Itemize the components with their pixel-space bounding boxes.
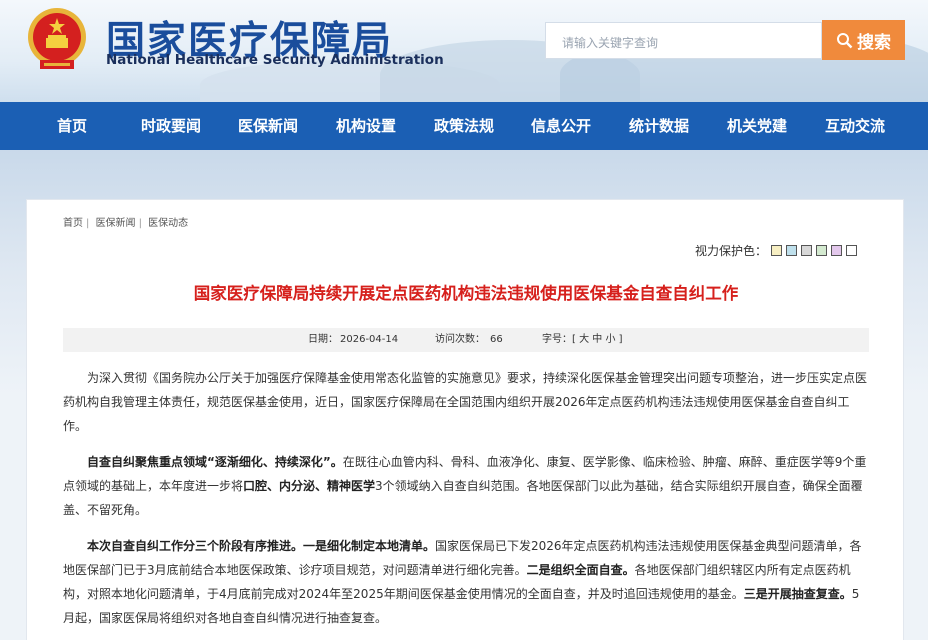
date-label: 日期： (308, 334, 338, 345)
color-swatch-blue[interactable] (786, 245, 798, 256)
eye-protect-colors: 视力保护色： (695, 242, 858, 259)
bold-text: 口腔、内分泌、精神医学 (243, 479, 376, 493)
breadcrumb-separator: | (86, 218, 90, 229)
breadcrumb-home[interactable]: 首页 (63, 218, 83, 229)
article-date: 2026-04-14 (340, 334, 399, 345)
color-swatch-purple[interactable] (831, 245, 843, 256)
article-paragraph: 本次自查自纠工作分三个阶段有序推进。一是细化制定本地清单。国家医保局已下发202… (63, 534, 869, 630)
nav-item-organization[interactable]: 机构设置 (336, 102, 396, 150)
eye-protect-label: 视力保护色： (695, 244, 768, 258)
nav-item-statistics[interactable]: 统计数据 (629, 102, 689, 150)
bold-text: 二是组织全面自查。 (526, 563, 635, 577)
article-panel: 首页 | 医保新闻 | 医保动态 视力保护色： 国家医疗保障局持续开展定点医药机构违… (26, 199, 904, 640)
breadcrumb-news[interactable]: 医保新闻 (96, 218, 136, 229)
color-swatch-white[interactable] (846, 245, 858, 256)
site-header: 国家医疗保障局 National Healthcare Security Adm… (0, 0, 928, 102)
article-meta: 日期： 2026-04-14 访问次数： 66 字号： [ 大 中 小 ] (63, 328, 869, 352)
nav-item-disclosure[interactable]: 信息公开 (531, 102, 591, 150)
breadcrumb-dynamic[interactable]: 医保动态 (148, 218, 188, 229)
font-size-label: 字号： (542, 334, 572, 345)
article-paragraph: 为深入贯彻《国务院办公厅关于加强医疗保障基金使用常态化监管的实施意见》要求，持续… (63, 371, 868, 433)
search-button[interactable]: 搜索 (822, 20, 905, 60)
nav-item-home[interactable]: 首页 (57, 102, 87, 150)
nav-item-policy[interactable]: 政策法规 (434, 102, 494, 150)
search-icon (837, 32, 853, 48)
breadcrumb-separator: | (138, 218, 142, 229)
views-label: 访问次数： (435, 334, 485, 345)
color-swatch-yellow[interactable] (771, 245, 783, 256)
nav-item-news[interactable]: 时政要闻 (141, 102, 201, 150)
breadcrumb: 首页 | 医保新闻 | 医保动态 (63, 214, 188, 229)
bold-text: 本次自查自纠工作分三个阶段有序推进。一是细化制定本地清单。 (87, 539, 436, 553)
national-emblem-icon[interactable] (26, 6, 88, 72)
search-button-label: 搜索 (857, 32, 891, 53)
nav-item-interaction[interactable]: 互动交流 (825, 102, 885, 150)
view-count: 66 (490, 334, 503, 345)
font-size-medium-button[interactable]: 中 (592, 334, 602, 345)
font-size-large-button[interactable]: 大 (579, 334, 589, 345)
bold-text: 三是开展抽查复查。 (743, 587, 852, 601)
color-swatch-gray[interactable] (801, 245, 813, 256)
main-nav: 首页 时政要闻 医保新闻 机构设置 政策法规 信息公开 统计数据 机关党建 互动… (0, 102, 928, 150)
article-body: 为深入贯彻《国务院办公厅关于加强医疗保障基金使用常态化监管的实施意见》要求，持续… (63, 366, 869, 640)
site-subtitle: National Healthcare Security Administrat… (106, 52, 444, 68)
article-title: 国家医疗保障局持续开展定点医药机构违法违规使用医保基金自查自纠工作 (193, 284, 739, 303)
bold-text: 自查自纠聚焦重点领域“逐渐细化、持续深化”。 (87, 455, 343, 469)
bracket-close: ] (615, 334, 623, 345)
search-input[interactable]: 请输入关键字查询 (545, 22, 822, 59)
nav-item-party[interactable]: 机关党建 (727, 102, 787, 150)
font-size-small-button[interactable]: 小 (605, 334, 615, 345)
article-paragraph: 自查自纠聚焦重点领域“逐渐细化、持续深化”。在既往心血管内科、骨科、血液净化、康… (63, 450, 869, 522)
font-size-controls: [ 大 中 小 ] (572, 328, 623, 352)
color-swatch-green[interactable] (816, 245, 828, 256)
nav-item-healthcare-news[interactable]: 医保新闻 (238, 102, 298, 150)
